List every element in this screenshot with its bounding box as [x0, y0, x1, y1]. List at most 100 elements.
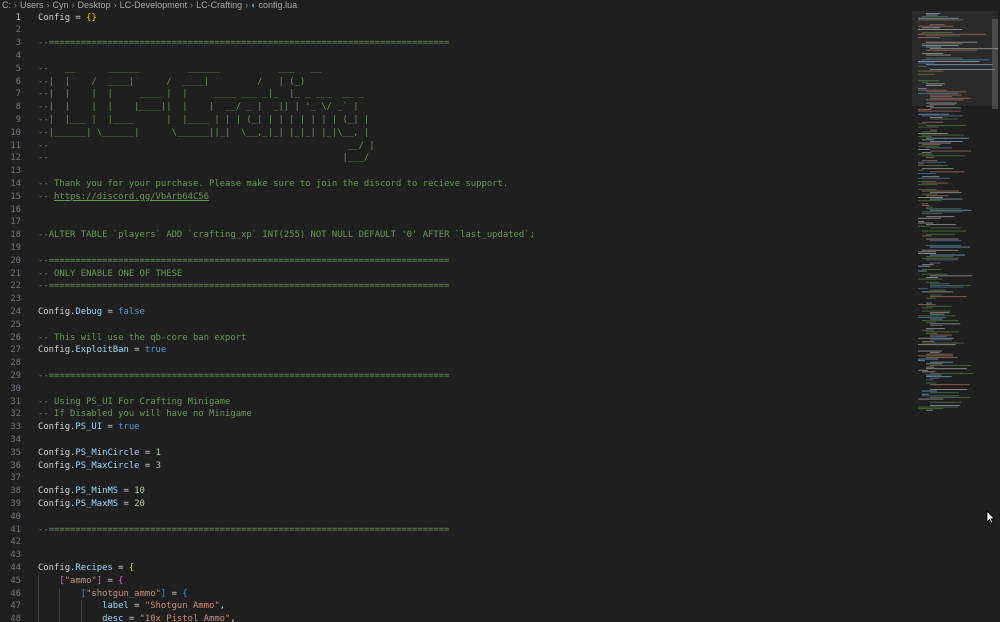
minimap-line [918, 181, 937, 182]
code-line[interactable]: 27 Config.ExploitBan = true [0, 344, 912, 357]
code-token: --======================================… [38, 524, 450, 535]
breadcrumb-file[interactable]: config.lua [259, 0, 298, 10]
code-line[interactable]: 43 [0, 549, 912, 562]
code-editor[interactable]: 1 Config = {} 2 3 --========================… [0, 11, 912, 622]
code-text: --| |___ | |____ | |____ | | | (_| | | |… [38, 114, 369, 127]
minimap-line [922, 291, 954, 293]
code-line[interactable]: 9 --| |___ | |____ | |____ | | | (_| | | … [0, 114, 912, 127]
code-line[interactable]: 11 -- __/ | [0, 140, 912, 153]
breadcrumb-segment[interactable]: Desktop [78, 0, 111, 10]
line-number: 47 [10, 601, 21, 612]
code-line[interactable]: 28 [0, 357, 912, 370]
minimap-line [930, 296, 967, 298]
code-line[interactable]: 2 [0, 24, 912, 37]
minimap-line [918, 126, 939, 128]
code-line[interactable]: 40 [0, 511, 912, 524]
line-number: 41 [10, 524, 21, 535]
code-line[interactable]: 31 -- Using PS_UI For Crafting Minigame [0, 396, 912, 409]
code-line[interactable]: 34 [0, 434, 912, 447]
minimap-line [922, 43, 963, 45]
vertical-scrollbar-thumb[interactable] [992, 19, 998, 109]
line-number: 9 [15, 114, 21, 125]
minimap[interactable] [912, 11, 998, 622]
code-line[interactable]: 47 label = "Shotgun Ammo", [0, 600, 912, 614]
code-line[interactable]: 20 --====================================… [0, 255, 912, 268]
minimap-line [930, 141, 963, 142]
code-line[interactable]: 42 [0, 536, 912, 549]
breadcrumb-segment[interactable]: LC-Crafting [196, 0, 242, 10]
code-line[interactable]: 33 Config.PS_UI = true [0, 421, 912, 434]
minimap-line [930, 150, 972, 152]
code-line[interactable]: 6 --| | / ____| / ____| / | (_) [0, 76, 912, 89]
minimap-line [930, 373, 973, 374]
code-line[interactable]: 26 -- This will use the qb-core ban expor… [0, 332, 912, 345]
code-line[interactable]: 30 [0, 383, 912, 396]
minimap-line [918, 317, 946, 318]
minimap-line [926, 357, 958, 358]
code-line[interactable]: 39 Config.PS_MaxMS = 20 [0, 498, 912, 511]
code-token: = [166, 588, 183, 599]
code-token[interactable]: https://discord.gg/VbArb64C56 [54, 192, 209, 202]
code-line[interactable]: 5 -- __ ______ ______ ___ __ [0, 63, 912, 76]
code-line[interactable]: 37 [0, 472, 912, 485]
line-number: 18 [10, 230, 21, 241]
minimap-line [926, 35, 961, 37]
code-line[interactable]: 1 Config = {} [0, 12, 912, 25]
breadcrumb-segment[interactable]: LC-Development [120, 0, 188, 10]
code-line[interactable]: 13 [0, 165, 912, 178]
code-line[interactable]: 19 [0, 242, 912, 255]
code-line[interactable]: 36 Config.PS_MaxCircle = 3 [0, 460, 912, 473]
minimap-line [918, 70, 944, 72]
code-line[interactable]: 24 Config.Debug = false [0, 306, 912, 319]
code-token: --======================================… [38, 281, 450, 292]
code-token: -- If Disabled you will have no Minigame [38, 409, 252, 420]
code-line[interactable]: 32 -- If Disabled you will have no Miniga… [0, 408, 912, 421]
code-line[interactable]: 14 -- Thank you for your purchase. Please… [0, 178, 912, 191]
code-line[interactable]: 10 --|______| \______| \______||_| \__,_|… [0, 127, 912, 140]
line-number: 45 [10, 575, 21, 586]
code-text: Config.ExploitBan = true [38, 344, 166, 357]
minimap-line [926, 302, 933, 304]
minimap-line [922, 230, 966, 232]
code-line[interactable]: 48 desc = "10x Pistol Ammo", [0, 613, 912, 622]
minimap-line [926, 379, 934, 381]
code-token: --======================================… [38, 370, 450, 381]
code-line[interactable]: 22 --====================================… [0, 280, 912, 293]
minimap-line [922, 16, 948, 18]
code-line[interactable]: 21 -- ONLY ENABLE ONE OF THESE [0, 268, 912, 281]
code-line[interactable]: 38 Config.PS_MinMS = 10 [0, 485, 912, 498]
minimap-line [926, 99, 964, 101]
code-line[interactable]: 3 --=====================================… [0, 37, 912, 50]
line-number: 16 [10, 204, 21, 215]
minimap-line [926, 41, 978, 43]
minimap-line [930, 352, 940, 354]
minimap-line [922, 257, 959, 259]
code-line[interactable]: 12 -- |___/ [0, 152, 912, 165]
code-line[interactable]: 17 [0, 216, 912, 229]
code-line[interactable]: 46 ["shotgun_ammo"] = { [0, 587, 912, 601]
minimap-line [930, 377, 940, 379]
minimap-line [930, 285, 971, 286]
minimap-line [918, 62, 935, 64]
code-line[interactable]: 29 --====================================… [0, 370, 912, 383]
code-line[interactable]: 16 [0, 204, 912, 217]
chevron-right-icon: › [190, 0, 194, 10]
code-line[interactable]: 45 ["ammo"] = { [0, 574, 912, 588]
code-token: Config. [38, 306, 76, 317]
code-line[interactable]: 44 Config.Recipes = { [0, 562, 912, 575]
minimap-line [918, 33, 986, 35]
code-line[interactable]: 7 --| | | | ____ | | ____ ___ _|_ |_ _ __… [0, 88, 912, 101]
line-number: 12 [10, 153, 21, 164]
code-line[interactable]: 25 [0, 319, 912, 332]
code-line[interactable]: 15 -- https://discord.gg/VbArb64C56 [0, 191, 912, 204]
breadcrumb-segment[interactable]: C: [2, 0, 11, 10]
code-line[interactable]: 23 [0, 293, 912, 306]
code-line[interactable]: 41 --====================================… [0, 524, 912, 537]
code-line[interactable]: 8 --| | | | |____|| | | __/ _ | _|| | '_ … [0, 101, 912, 114]
code-line[interactable]: 4 [0, 50, 912, 63]
line-number: 4 [15, 50, 21, 61]
breadcrumb-segment[interactable]: Users [20, 0, 44, 10]
code-line[interactable]: 18 --ALTER TABLE `players` ADD `crafting_… [0, 229, 912, 242]
breadcrumb-segment[interactable]: Cyn [53, 0, 69, 10]
code-line[interactable]: 35 Config.PS_MinCircle = 1 [0, 447, 912, 460]
